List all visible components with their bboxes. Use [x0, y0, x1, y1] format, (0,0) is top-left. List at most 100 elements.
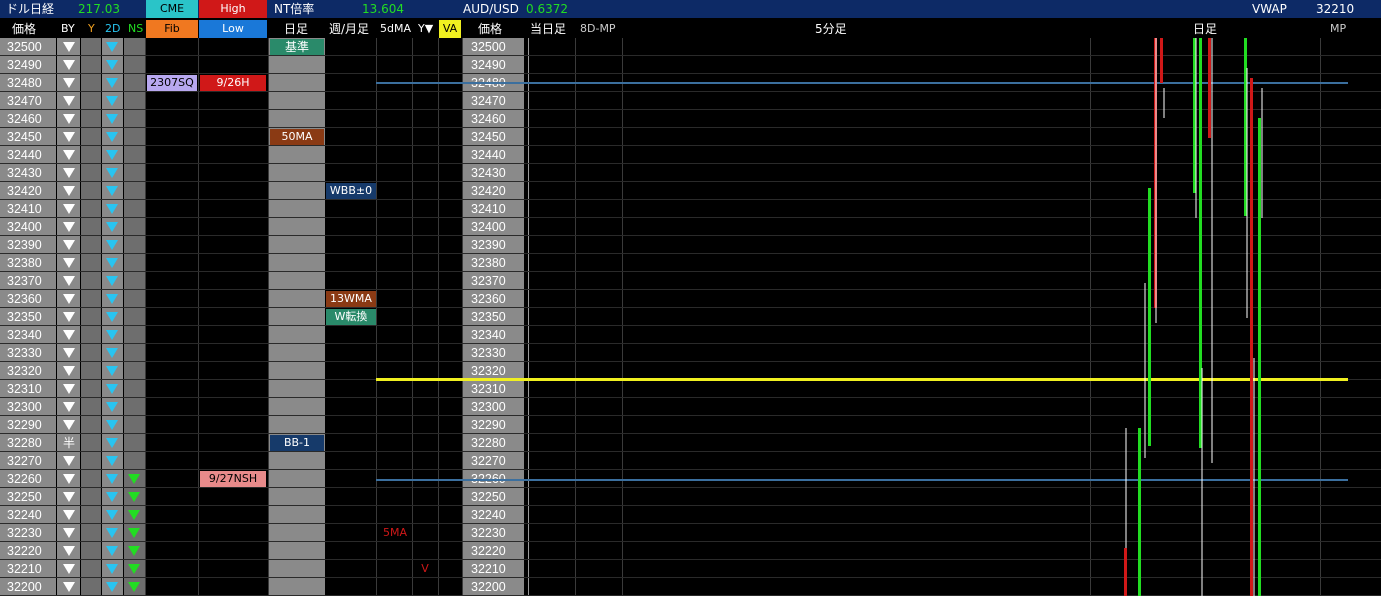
price-cell: 32430	[7, 166, 42, 180]
twod-down-icon	[106, 456, 118, 466]
by-down-icon	[63, 474, 75, 484]
by-down-icon	[63, 510, 75, 520]
price-cell-right: 32360	[471, 292, 506, 306]
candle-body	[1160, 38, 1163, 83]
cme-button[interactable]: CME	[146, 0, 198, 18]
by-down-icon	[63, 186, 75, 196]
grid-vline	[528, 38, 529, 596]
by-down-icon	[63, 528, 75, 538]
twod-column-header: 2D	[105, 22, 121, 35]
price-cell: 32290	[7, 418, 42, 432]
by-down-icon	[63, 204, 75, 214]
date-high-tag: 9/26H	[200, 75, 266, 91]
price-cell: 32310	[7, 382, 42, 396]
candle-body	[1148, 188, 1151, 446]
price-cell-right: 32380	[471, 256, 506, 270]
by-down-icon	[63, 276, 75, 286]
price-cell-right: 32490	[471, 58, 506, 72]
by-down-icon	[63, 150, 75, 160]
price-cell-right: 32240	[471, 508, 506, 522]
by-down-icon	[63, 366, 75, 376]
ma5-tag: 5MA	[382, 526, 407, 539]
twod-down-icon	[106, 510, 118, 520]
by-down-icon	[63, 168, 75, 178]
price-cell: 32260	[7, 472, 42, 486]
by-down-icon	[63, 60, 75, 70]
by-down-icon	[63, 546, 75, 556]
usd-nikkei-value: 217.03	[78, 2, 120, 16]
price-cell-right: 32300	[471, 400, 506, 414]
twod-down-icon	[106, 438, 118, 448]
twod-down-icon	[106, 42, 118, 52]
price-cell-right: 32230	[471, 526, 506, 540]
price-cell-right: 32210	[471, 562, 506, 576]
ma50-tag: 50MA	[270, 129, 324, 145]
ns-down-icon	[128, 474, 140, 484]
daily-chart-header: 日足	[1193, 22, 1218, 36]
price-cell: 32300	[7, 400, 42, 414]
weekly-monthly-header: 週/月足	[329, 22, 370, 36]
price-cell: 32240	[7, 508, 42, 522]
price-cell: 32200	[7, 580, 42, 594]
high-button[interactable]: High	[199, 0, 267, 18]
daily-candles	[1124, 38, 1263, 596]
price-cell-right: 32460	[471, 112, 506, 126]
by-down-icon	[63, 258, 75, 268]
ns-down-icon	[128, 510, 140, 520]
twod-down-icon	[106, 96, 118, 106]
ns-down-icon	[128, 492, 140, 502]
by-down-icon	[63, 582, 75, 592]
twod-down-icon	[106, 168, 118, 178]
candle-body	[1250, 78, 1253, 596]
twod-down-icon	[106, 492, 118, 502]
by-down-icon	[63, 222, 75, 232]
price-cell-right: 32280	[471, 436, 506, 450]
candle-body	[1138, 428, 1141, 596]
price-column-header: 価格	[12, 22, 37, 36]
price-cell: 32460	[7, 112, 42, 126]
today-candle-header: 当日足	[530, 22, 567, 36]
nt-ratio-value: 13.604	[362, 2, 404, 16]
low-button[interactable]: Low	[199, 20, 267, 38]
price-cell: 32320	[7, 364, 42, 378]
price-cell: 32380	[7, 256, 42, 270]
twod-down-icon	[106, 132, 118, 142]
weekly-tenkan-tag: W転換	[326, 309, 376, 325]
price-cell-right: 32420	[471, 184, 506, 198]
by-down-icon	[63, 240, 75, 250]
grid-vline	[198, 38, 199, 596]
grid-vline	[462, 38, 463, 596]
twod-down-icon	[106, 330, 118, 340]
by-column-header: BY	[61, 22, 75, 35]
bb-minus1-tag: BB-1	[270, 435, 324, 451]
by-down-icon	[63, 132, 75, 142]
price-cell-right: 32250	[471, 490, 506, 504]
vwap-label: VWAP	[1252, 2, 1287, 16]
price-cell: 32340	[7, 328, 42, 342]
twod-down-icon	[106, 582, 118, 592]
twod-down-icon	[106, 312, 118, 322]
price-cell: 32490	[7, 58, 42, 72]
grid-vline	[412, 38, 413, 596]
by-down-icon	[63, 492, 75, 502]
twod-down-icon	[106, 276, 118, 286]
five-min-header: 5分足	[815, 22, 847, 36]
usd-nikkei-label: ドル日経	[6, 2, 55, 16]
price-cell: 32280	[7, 436, 42, 450]
price-cell: 32230	[7, 526, 42, 540]
ns-column-header: NS	[128, 22, 144, 35]
price-cell: 32210	[7, 562, 42, 576]
audusd-value: 0.6372	[526, 2, 568, 16]
price-cell-right: 32310	[471, 382, 506, 396]
by-down-icon	[63, 312, 75, 322]
price-cell-right: 32450	[471, 130, 506, 144]
twod-down-icon	[106, 204, 118, 214]
twod-down-icon	[106, 546, 118, 556]
twod-down-icon	[106, 186, 118, 196]
y-column-bg	[81, 38, 101, 596]
by-down-icon	[63, 78, 75, 88]
by-down-icon	[63, 420, 75, 430]
vwap-value: 32210	[1316, 2, 1355, 16]
va-header: VA	[439, 20, 461, 38]
fib-button[interactable]: Fib	[146, 20, 198, 38]
